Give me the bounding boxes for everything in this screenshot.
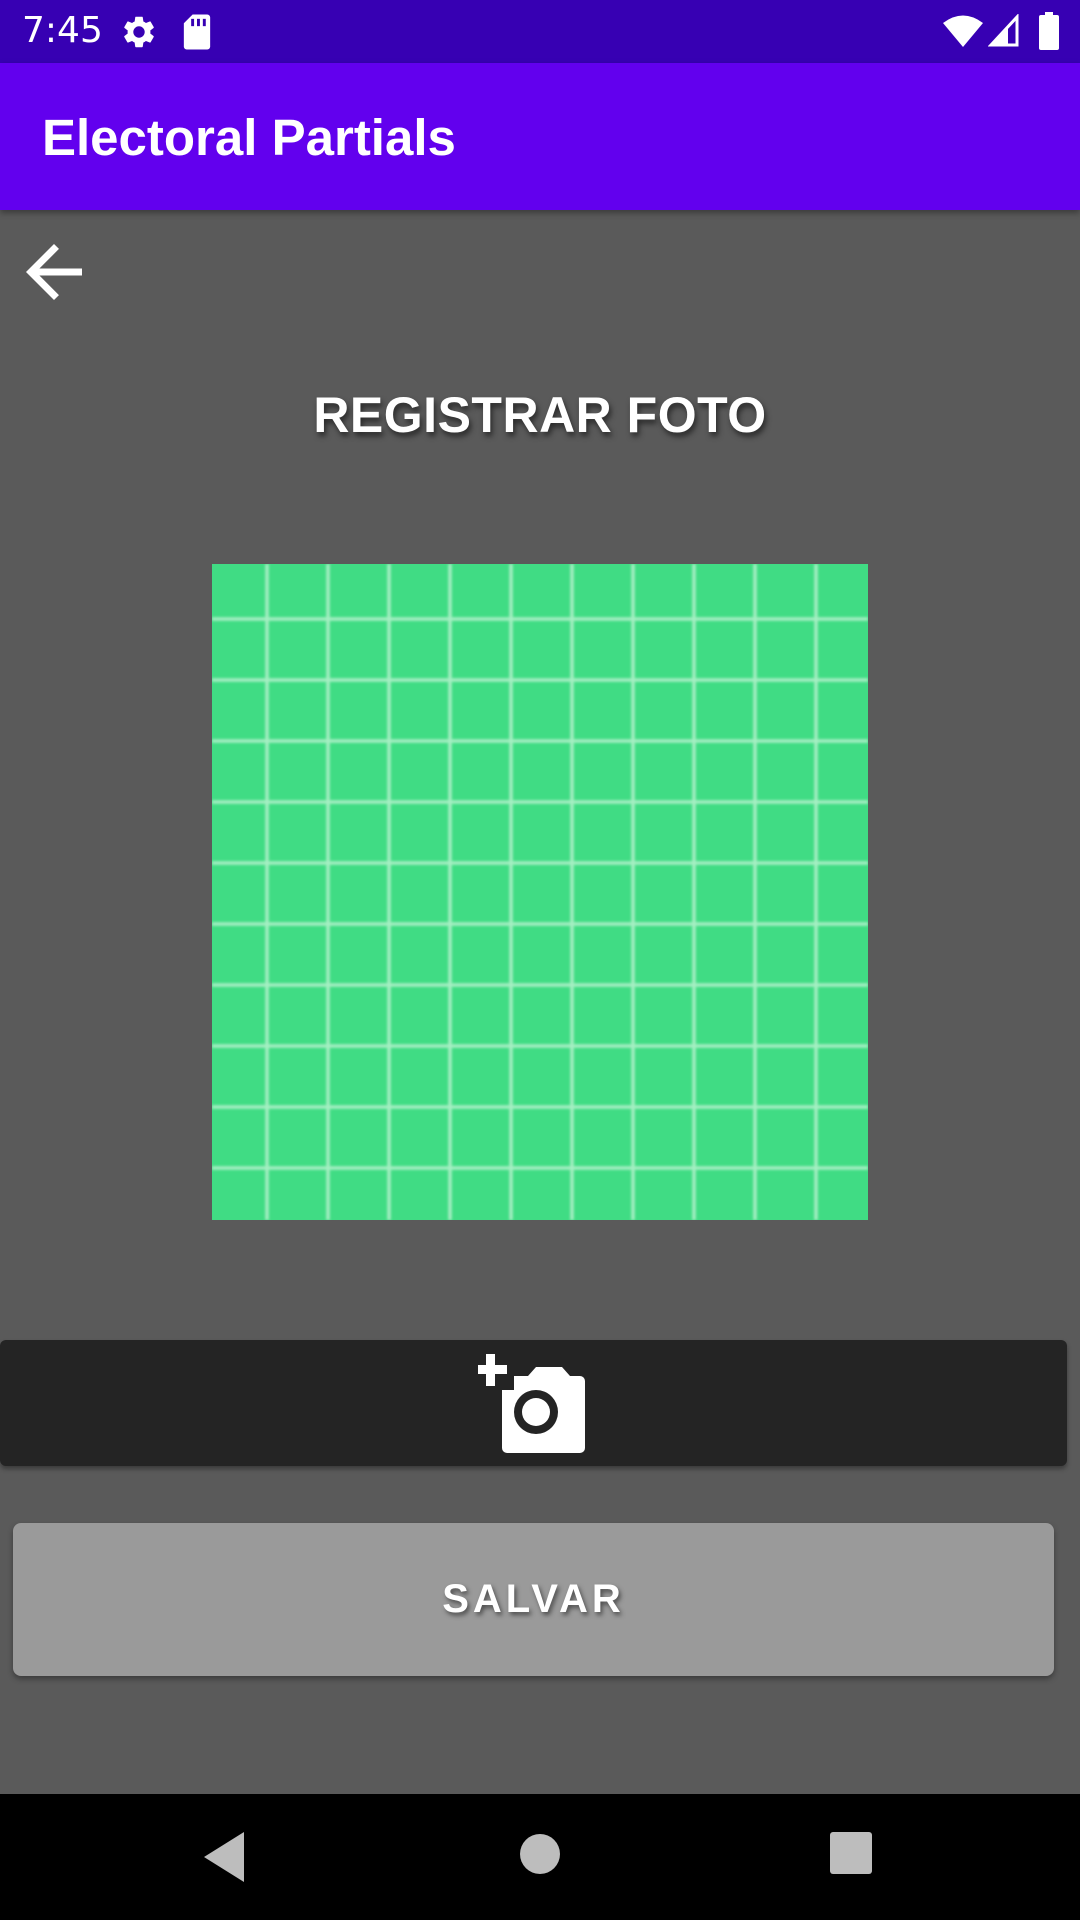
grid-pattern-image	[212, 564, 868, 1220]
save-button[interactable]: SALVAR	[13, 1523, 1054, 1676]
save-button-label: SALVAR	[442, 1577, 625, 1621]
nav-home-icon[interactable]	[518, 1832, 562, 1876]
signal-icon	[988, 14, 1019, 47]
screen: 7:45 Electoral Partials REGISTRAR FOTO S…	[0, 0, 1080, 1920]
status-bar: 7:45	[0, 0, 1080, 63]
status-time: 7:45	[22, 10, 103, 51]
arrow-left-icon	[26, 244, 82, 300]
sd-card-icon	[183, 14, 211, 50]
gear-icon	[124, 16, 154, 48]
nav-recents-icon[interactable]	[828, 1830, 874, 1876]
battery-icon	[1039, 12, 1059, 50]
page-title: REGISTRAR FOTO	[313, 387, 767, 443]
nav-back-icon[interactable]	[200, 1830, 250, 1884]
wifi-icon	[943, 15, 983, 47]
app-bar: Electoral Partials	[0, 63, 1080, 210]
add-photo-button[interactable]	[0, 1340, 1067, 1466]
navigation-bar	[0, 1794, 1080, 1920]
back-button[interactable]	[12, 230, 96, 314]
add-a-photo-icon	[478, 1354, 585, 1453]
photo-preview	[212, 564, 868, 1220]
app-title: Electoral Partials	[42, 109, 456, 166]
